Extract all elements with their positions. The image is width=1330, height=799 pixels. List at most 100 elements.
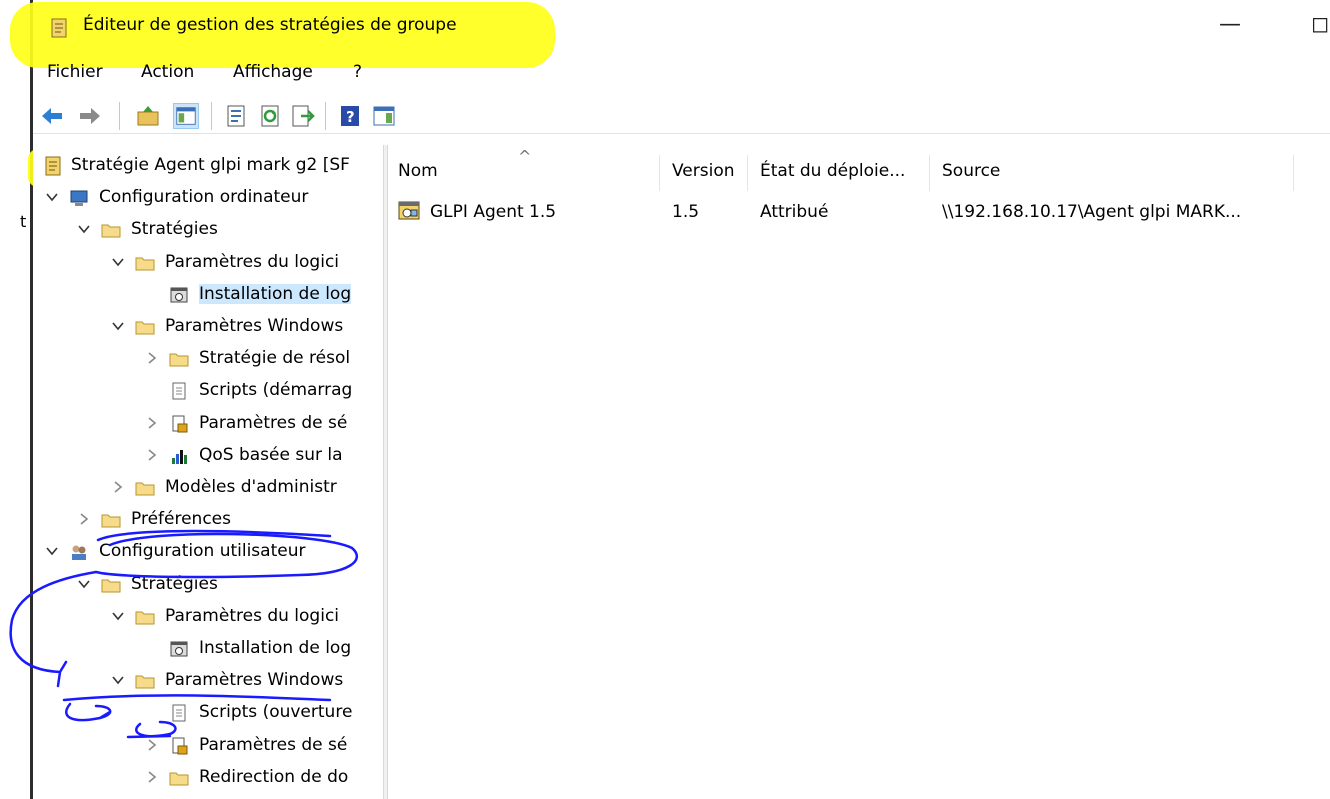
tree-item[interactable]: Paramètres de sé [147, 409, 373, 440]
security-settings-icon [172, 415, 188, 433]
tree-item-label: Configuration ordinateur [99, 187, 309, 208]
tree-item[interactable]: Paramètres du logici [111, 248, 373, 279]
column-nom-label: Nom [398, 161, 438, 181]
menu-fichier[interactable]: Fichier [47, 62, 103, 82]
up-folder-icon[interactable] [135, 103, 161, 129]
tree-item[interactable]: Préférences [79, 505, 373, 536]
gpo-policy-icon [45, 156, 61, 176]
chevron-down-icon[interactable] [111, 609, 125, 623]
chevron-down-icon[interactable] [77, 222, 91, 236]
tree-item-label: Préférences [131, 509, 231, 530]
gpo-editor-icon [51, 18, 67, 38]
tree-item[interactable]: Stratégie de résol [147, 344, 373, 375]
maximize-button[interactable]: ◻ [1311, 12, 1329, 37]
chevron-down-icon[interactable] [45, 190, 59, 204]
chevron-right-icon[interactable] [145, 770, 159, 784]
refresh-icon[interactable] [257, 103, 283, 129]
folder-icon [135, 675, 155, 689]
toolbar-separator [211, 102, 212, 130]
tree-item[interactable]: Paramètres de sé [147, 731, 373, 762]
column-header-etat[interactable]: État du déploie... [750, 155, 930, 191]
tree-item-label: Paramètres du logici [165, 605, 340, 626]
chevron-right-icon[interactable] [145, 351, 159, 365]
tree-item-label: Installation de log [199, 638, 352, 658]
chevron-down-icon[interactable] [77, 577, 91, 591]
tree-item[interactable]: Stratégies [77, 570, 373, 601]
toolbar-separator [325, 102, 326, 130]
folder-icon [135, 611, 155, 625]
package-name: GLPI Agent 1.5 [430, 202, 557, 222]
tree-item[interactable]: Stratégies [77, 215, 373, 246]
chevron-right-icon[interactable] [77, 512, 91, 526]
minimize-button[interactable]: — [1219, 12, 1241, 37]
tree-item[interactable]: Installation de log [147, 280, 373, 311]
chevron-down-icon[interactable] [111, 673, 125, 687]
window-title: Éditeur de gestion des stratégies de gro… [83, 15, 457, 35]
tree-item[interactable]: Scripts (démarrag [147, 376, 373, 407]
folder-icon [169, 353, 189, 367]
forward-arrow-icon[interactable] [77, 103, 103, 129]
title-bar[interactable]: Éditeur de gestion des stratégies de gro… [33, 0, 1330, 55]
help-icon[interactable]: ? [337, 103, 363, 129]
tree-item-label: Configuration utilisateur [99, 541, 306, 562]
menu-help[interactable]: ? [353, 62, 362, 82]
column-etat-label: État du déploie... [760, 161, 906, 181]
tree-item-label: Scripts (ouverture [199, 702, 353, 723]
column-header-source[interactable]: Source [932, 155, 1294, 191]
tree-item-label: Stratégies [131, 219, 218, 240]
users-icon [72, 545, 86, 561]
column-header-nom[interactable]: Nom ^ [388, 147, 660, 191]
tree-item-label: QoS basée sur la [199, 444, 343, 465]
chevron-right-icon[interactable] [145, 416, 159, 430]
software-installation-icon [170, 641, 188, 657]
tree-item-label: Scripts (démarrag [199, 380, 353, 401]
tree-item[interactable]: Redirection de do [147, 763, 373, 794]
tree-item[interactable]: Paramètres Windows [111, 312, 373, 343]
menu-action[interactable]: Action [141, 62, 194, 82]
chevron-down-icon[interactable] [111, 319, 125, 333]
package-state: Attribué [760, 202, 829, 222]
column-header-version[interactable]: Version [662, 155, 748, 191]
folder-icon [135, 257, 155, 271]
tree-item-label: Paramètres de sé [199, 734, 348, 755]
tree-item-label: Stratégies [131, 573, 218, 594]
show-hide-tree-icon[interactable] [173, 103, 199, 129]
tree-item-label: Paramètres de sé [199, 412, 348, 433]
tree-pane[interactable]: Stratégie Agent glpi mark g2 [SF Configu… [33, 145, 383, 799]
tree-item[interactable]: Configuration ordinateur [45, 183, 373, 214]
tree-item[interactable]: Paramètres Windows [111, 666, 373, 697]
svg-text:?: ? [346, 108, 355, 126]
chevron-down-icon[interactable] [111, 255, 125, 269]
tree-item[interactable]: Configuration utilisateur [45, 537, 373, 568]
folder-icon [101, 579, 121, 593]
tree-root[interactable]: Stratégie Agent glpi mark g2 [SF [39, 151, 379, 182]
table-row[interactable]: GLPI Agent 1.5 1.5 Attribué \\192.168.10… [388, 195, 1328, 231]
security-settings-icon [172, 737, 188, 755]
tree-item-label: Redirection de do [199, 766, 349, 787]
menu-affichage[interactable]: Affichage [233, 62, 313, 82]
window-left-edge [0, 0, 33, 799]
folder-icon [135, 482, 155, 496]
package-version: 1.5 [672, 202, 700, 222]
chevron-right-icon[interactable] [145, 448, 159, 462]
tree-item[interactable]: QoS basée sur la [147, 441, 373, 472]
column-source-label: Source [942, 161, 1001, 181]
toolbar-separator [119, 102, 120, 130]
script-icon [172, 382, 186, 400]
tree-item[interactable]: Installation de log [147, 634, 373, 665]
tree-item[interactable]: Scripts (ouverture [147, 698, 373, 729]
export-list-icon[interactable] [289, 103, 315, 129]
chevron-right-icon[interactable] [111, 480, 125, 494]
tree-item-label: Installation de log [199, 283, 352, 304]
tree-item-label: Paramètres Windows [165, 670, 344, 691]
properties-icon[interactable] [223, 103, 249, 129]
chevron-right-icon[interactable] [145, 738, 159, 752]
edge-text: t [20, 212, 27, 231]
tree-item[interactable]: Paramètres du logici [111, 602, 373, 633]
folder-icon [169, 772, 189, 786]
list-pane[interactable]: Nom ^ Version État du déploie... Source … [388, 145, 1330, 799]
back-arrow-icon[interactable] [39, 103, 65, 129]
chevron-down-icon[interactable] [45, 544, 59, 558]
show-hide-action-pane-icon[interactable] [371, 103, 397, 129]
tree-item[interactable]: Modèles d'administr [113, 473, 373, 504]
